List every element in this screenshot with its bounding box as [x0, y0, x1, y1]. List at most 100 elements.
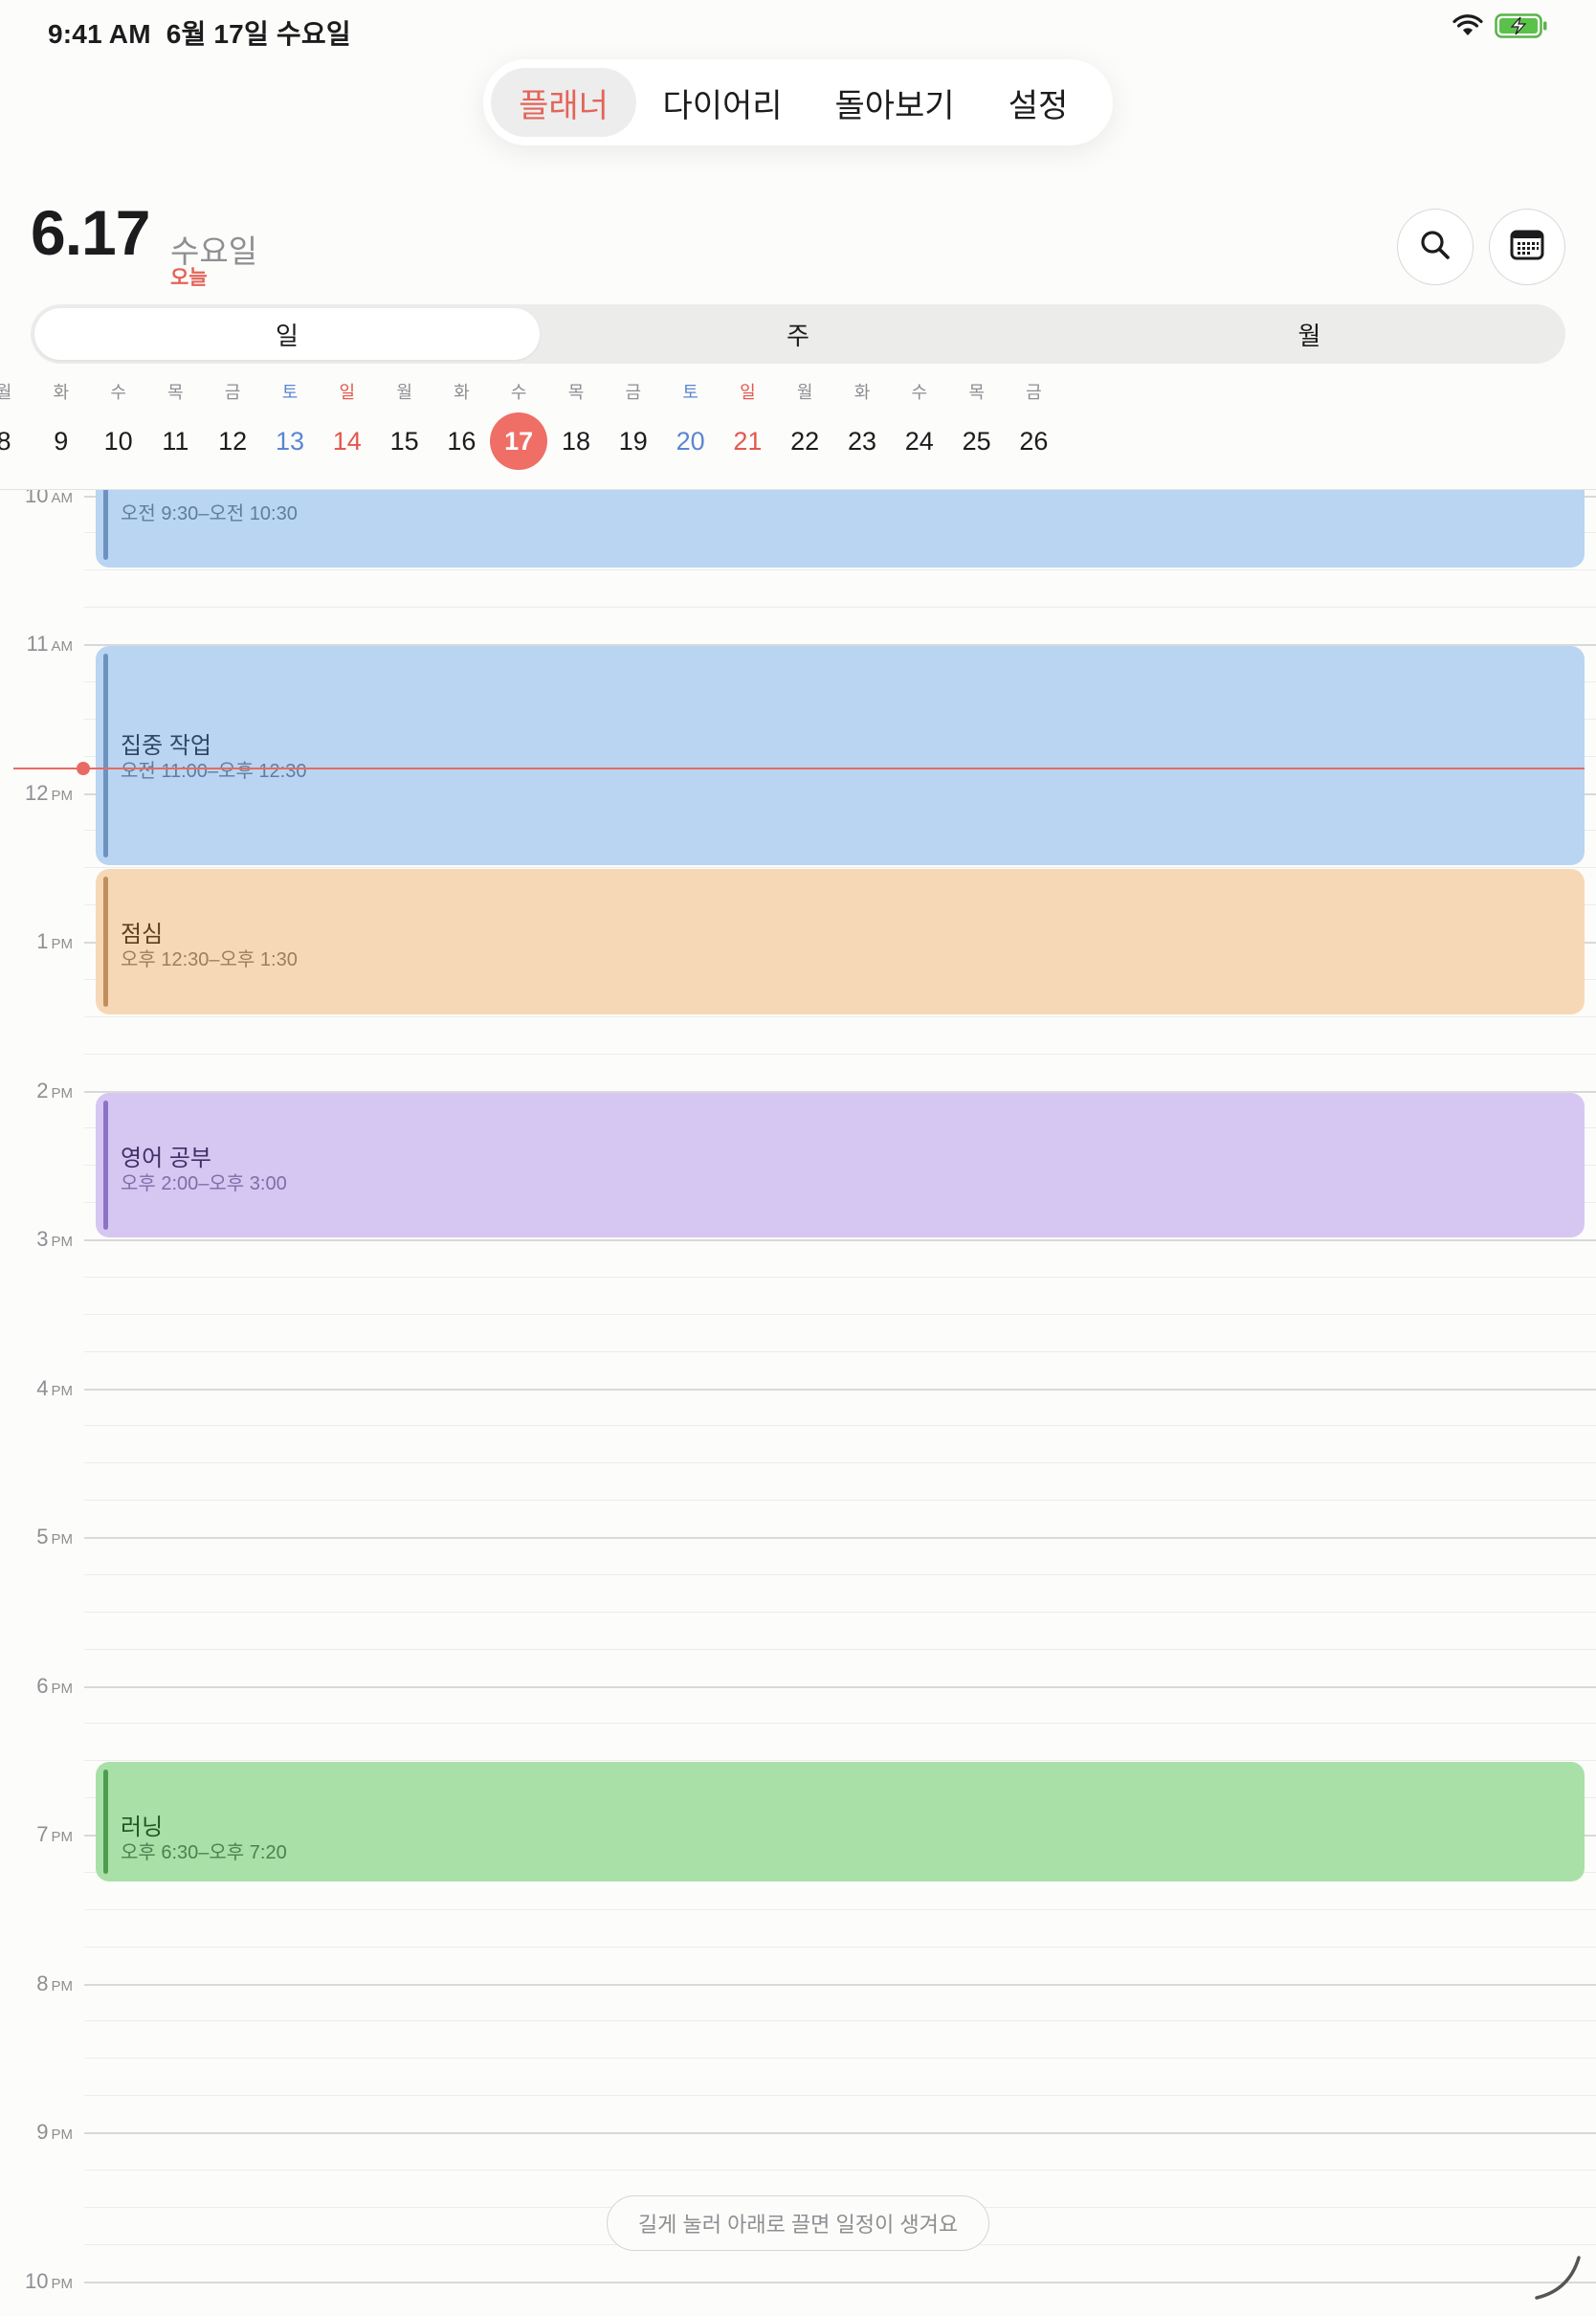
- day-number: 25: [962, 427, 991, 456]
- hour-meridiem: PM: [51, 2275, 74, 2292]
- quarter-line: [84, 1573, 1596, 1575]
- hour-label: 4 PM: [0, 1377, 74, 1402]
- hour-meridiem: PM: [51, 787, 74, 804]
- day-cell[interactable]: 금 26: [1005, 378, 1062, 470]
- day-number: 17: [490, 412, 548, 470]
- tab-review[interactable]: 돌아보기: [809, 68, 981, 137]
- tab-planner[interactable]: 플래너: [491, 68, 636, 137]
- calendar-button[interactable]: [1489, 209, 1565, 285]
- hour-meridiem: PM: [51, 1084, 74, 1102]
- day-number: 19: [618, 427, 648, 456]
- day-number: 24: [904, 427, 934, 456]
- day-number: 10: [103, 427, 133, 456]
- day-cell[interactable]: 일 21: [719, 378, 776, 470]
- hour-label: 10 PM: [0, 2268, 74, 2295]
- day-weekday: 목: [567, 383, 585, 402]
- day-weekday: 월: [0, 383, 12, 402]
- day-number: 14: [332, 427, 362, 456]
- event-card[interactable]: 집중 작업 오전 11:00–오후 12:30: [96, 646, 1585, 866]
- quarter-line: [84, 1015, 1596, 1017]
- day-cell[interactable]: 금 19: [605, 378, 662, 470]
- quarter-line: [84, 867, 1596, 869]
- quarter-line: [84, 607, 1596, 609]
- tab-settings[interactable]: 설정: [981, 68, 1096, 137]
- week-day-strip: 월 8 화 9 수 10 목 11 금 12 토 13 일 14 월 15 화 16 수 17 목 18 금 19 토 20 일 21…: [0, 378, 1596, 488]
- hour-label: 5 PM: [0, 1526, 73, 1550]
- battery-charging-icon: [1495, 13, 1548, 43]
- day-cell[interactable]: 화 23: [833, 378, 891, 470]
- day-cell[interactable]: 화9: [33, 378, 90, 470]
- quarter-line: [84, 1276, 1596, 1278]
- event-color-bar: [103, 877, 108, 1007]
- day-number: 18: [561, 427, 591, 456]
- day-cell[interactable]: 수 24: [891, 378, 948, 470]
- day-cell[interactable]: 월8: [0, 378, 33, 470]
- day-cell[interactable]: 목 11: [146, 378, 204, 470]
- hour-label: 10 AM: [0, 490, 73, 509]
- hour-number: 9: [36, 2120, 49, 2144]
- event-time: 오후 6:30–오후 7:20: [121, 1842, 287, 1864]
- hour-line: [84, 1983, 1596, 1986]
- day-number: 21: [733, 427, 763, 456]
- quarter-line: [84, 1611, 1596, 1613]
- event-card[interactable]: 영어 공부 오후 2:00–오후 3:00: [96, 1092, 1585, 1237]
- day-weekday: 월: [396, 383, 412, 402]
- hour-number: 3: [36, 1227, 49, 1251]
- page-title-date: 6.17: [31, 197, 150, 268]
- day-number: 20: [676, 427, 705, 456]
- day-cell[interactable]: 월 15: [376, 378, 433, 470]
- view-month-option[interactable]: 월: [1053, 304, 1565, 364]
- day-weekday: 금: [224, 383, 241, 402]
- day-weekday: 토: [682, 383, 698, 402]
- hour-number: 10: [25, 2268, 49, 2293]
- hour-meridiem: AM: [51, 490, 74, 506]
- hour-meridiem: AM: [51, 638, 74, 655]
- hour-meridiem: PM: [51, 1829, 74, 1845]
- day-cell[interactable]: 토 20: [662, 378, 720, 470]
- event-card[interactable]: 러닝 오후 6:30–오후 7:20: [96, 1762, 1585, 1882]
- day-weekday: 금: [1026, 383, 1042, 402]
- day-cell[interactable]: 목 25: [948, 378, 1006, 470]
- search-button[interactable]: [1397, 209, 1474, 285]
- view-day-option[interactable]: 일: [34, 308, 540, 360]
- day-cell[interactable]: 수 17: [490, 378, 548, 470]
- day-weekday: 화: [853, 383, 871, 402]
- quarter-line: [84, 1350, 1596, 1352]
- day-cell[interactable]: 월 22: [776, 378, 833, 470]
- day-weekday: 월: [796, 383, 813, 402]
- tab-diary[interactable]: 다이어리: [636, 68, 809, 137]
- quarter-line: [84, 1462, 1596, 1464]
- hour-label: 9 PM: [0, 2122, 73, 2146]
- event-time: 오후 2:00–오후 3:00: [121, 1172, 287, 1194]
- day-cell[interactable]: 목 18: [547, 378, 605, 470]
- create-event-hint: 길게 눌러 아래로 끌면 일정이 생겨요: [607, 2195, 989, 2251]
- day-cell[interactable]: 일 14: [319, 378, 376, 470]
- quarter-line: [84, 1313, 1596, 1315]
- hour-meridiem: PM: [51, 1977, 74, 1994]
- day-cell[interactable]: 금 12: [204, 378, 261, 470]
- hour-number: 8: [36, 1971, 49, 1995]
- event-color-bar: [103, 1770, 108, 1875]
- hour-number: 1: [36, 929, 49, 953]
- day-number: 9: [54, 427, 69, 456]
- hour-line: [84, 1388, 1596, 1391]
- day-weekday: 화: [53, 383, 70, 402]
- day-number: 16: [447, 427, 477, 456]
- hour-line: [84, 2281, 1596, 2283]
- view-week-option[interactable]: 주: [543, 304, 1053, 364]
- day-cell[interactable]: 수 10: [90, 378, 147, 470]
- day-cell[interactable]: 토 13: [261, 378, 319, 470]
- quarter-line: [84, 1648, 1596, 1650]
- hour-number: 7: [36, 1822, 49, 1846]
- hour-meridiem: PM: [51, 1382, 74, 1399]
- day-cell[interactable]: 화 16: [432, 378, 490, 470]
- quarter-line: [84, 569, 1596, 571]
- day-weekday: 금: [625, 383, 642, 402]
- hour-line: [84, 2132, 1596, 2134]
- day-timeline[interactable]: 10 AM 11 AM 12 PM 1 PM 2 PM 3 PM 4 PM 5 PM 6 PM 7 PM 8 PM 9 PM 1…: [0, 490, 1596, 2316]
- day-weekday: 수: [510, 383, 527, 402]
- event-card[interactable]: 오전 9:30–오전 10:30: [96, 490, 1585, 568]
- pencil-corner-icon[interactable]: [1531, 2246, 1588, 2308]
- event-card[interactable]: 점심 오후 12:30–오후 1:30: [96, 869, 1585, 1014]
- event-time: 오후 12:30–오후 1:30: [121, 949, 298, 971]
